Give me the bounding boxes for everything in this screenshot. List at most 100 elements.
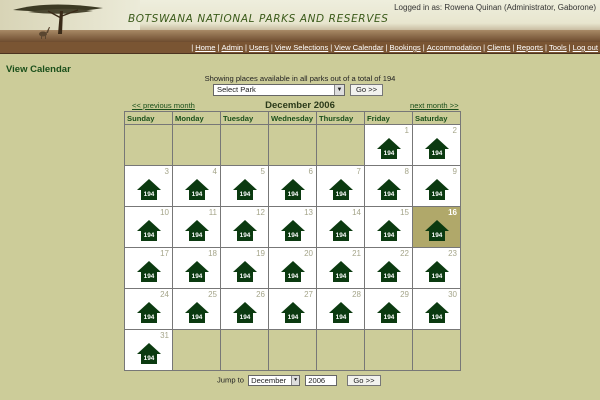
house-availability-icon[interactable]: 194 xyxy=(185,179,209,201)
calendar-empty-cell xyxy=(316,124,365,166)
nav-users[interactable]: Users xyxy=(249,43,269,52)
house-availability-icon[interactable]: 194 xyxy=(377,302,401,324)
calendar-day[interactable]: 23 194 xyxy=(412,247,461,289)
jump-month-value: December xyxy=(251,376,287,385)
calendar-day[interactable]: 9 194 xyxy=(412,165,461,207)
calendar-day[interactable]: 31 194 xyxy=(124,329,173,371)
nav-admin[interactable]: Admin xyxy=(221,43,243,52)
calendar-day[interactable]: 12 194 xyxy=(220,206,269,248)
nav-home[interactable]: Home xyxy=(195,43,215,52)
nav-clients[interactable]: Clients xyxy=(487,43,510,52)
day-number: 13 xyxy=(304,208,313,217)
jump-month-select[interactable]: December ▼ xyxy=(248,375,301,386)
house-availability-icon[interactable]: 194 xyxy=(137,302,161,324)
availability-count: 194 xyxy=(141,271,157,282)
calendar-day[interactable]: 4 194 xyxy=(172,165,221,207)
house-availability-icon[interactable]: 194 xyxy=(377,261,401,283)
house-availability-icon[interactable]: 194 xyxy=(185,220,209,242)
calendar-day[interactable]: 8 194 xyxy=(364,165,413,207)
availability-count: 194 xyxy=(333,189,349,200)
calendar-day-today[interactable]: 16 194 xyxy=(412,206,461,248)
calendar-day[interactable]: 22 194 xyxy=(364,247,413,289)
house-availability-icon[interactable]: 194 xyxy=(137,343,161,365)
nav-reports[interactable]: Reports xyxy=(516,43,543,52)
house-availability-icon[interactable]: 194 xyxy=(329,261,353,283)
nav-log-out[interactable]: Log out xyxy=(573,43,598,52)
calendar-day[interactable]: 17 194 xyxy=(124,247,173,289)
calendar-week-row: 17 194 18 194 19 194 20 194 21 194 22 194 23 194 xyxy=(124,247,461,289)
weekday-wednesday: Wednesday xyxy=(268,111,317,125)
house-availability-icon[interactable]: 194 xyxy=(137,220,161,242)
calendar-day[interactable]: 30 194 xyxy=(412,288,461,330)
house-availability-icon[interactable]: 194 xyxy=(233,220,257,242)
house-availability-icon[interactable]: 194 xyxy=(377,138,401,160)
day-number: 22 xyxy=(400,249,409,258)
calendar-day[interactable]: 15 194 xyxy=(364,206,413,248)
calendar-week-row: 10 194 11 194 12 194 13 194 14 194 15 194 16 194 xyxy=(124,206,461,248)
calendar-day[interactable]: 19 194 xyxy=(220,247,269,289)
calendar-day[interactable]: 2 194 xyxy=(412,124,461,166)
day-number: 17 xyxy=(160,249,169,258)
jump-year-input[interactable]: 2006 xyxy=(305,375,338,386)
calendar-empty-cell xyxy=(220,329,269,371)
nav-bookings[interactable]: Bookings xyxy=(389,43,420,52)
calendar-day[interactable]: 6 194 xyxy=(268,165,317,207)
jump-go-button[interactable]: Go >> xyxy=(347,375,381,386)
calendar-day[interactable]: 27 194 xyxy=(268,288,317,330)
house-availability-icon[interactable]: 194 xyxy=(425,220,449,242)
house-availability-icon[interactable]: 194 xyxy=(425,261,449,283)
calendar-day[interactable]: 10 194 xyxy=(124,206,173,248)
house-availability-icon[interactable]: 194 xyxy=(233,261,257,283)
availability-count: 194 xyxy=(237,312,253,323)
house-availability-icon[interactable]: 194 xyxy=(185,302,209,324)
calendar-day[interactable]: 25 194 xyxy=(172,288,221,330)
park-select[interactable]: Select Park ▼ xyxy=(213,84,345,96)
weekday-monday: Monday xyxy=(172,111,221,125)
house-availability-icon[interactable]: 194 xyxy=(329,179,353,201)
house-availability-icon[interactable]: 194 xyxy=(233,179,257,201)
next-month-link[interactable]: next month >> xyxy=(410,101,459,110)
house-availability-icon[interactable]: 194 xyxy=(137,261,161,283)
house-availability-icon[interactable]: 194 xyxy=(281,261,305,283)
house-availability-icon[interactable]: 194 xyxy=(425,138,449,160)
nav-view-selections[interactable]: View Selections xyxy=(275,43,328,52)
house-availability-icon[interactable]: 194 xyxy=(185,261,209,283)
calendar-day[interactable]: 18 194 xyxy=(172,247,221,289)
calendar-empty-cell xyxy=(316,329,365,371)
day-number: 18 xyxy=(208,249,217,258)
availability-count: 194 xyxy=(333,312,349,323)
calendar-day[interactable]: 28 194 xyxy=(316,288,365,330)
nav-accommodation[interactable]: Accommodation xyxy=(427,43,481,52)
calendar-day[interactable]: 13 194 xyxy=(268,206,317,248)
calendar-day[interactable]: 7 194 xyxy=(316,165,365,207)
house-availability-icon[interactable]: 194 xyxy=(281,179,305,201)
calendar-empty-cell xyxy=(172,124,221,166)
house-availability-icon[interactable]: 194 xyxy=(281,220,305,242)
nav-view-calendar[interactable]: View Calendar xyxy=(334,43,383,52)
house-availability-icon[interactable]: 194 xyxy=(137,179,161,201)
nav-tools[interactable]: Tools xyxy=(549,43,567,52)
jump-to-row: Jump to December ▼ 2006 Go >> xyxy=(217,375,381,386)
house-availability-icon[interactable]: 194 xyxy=(281,302,305,324)
nav-links: | Home | Admin | Users | View Selections | View C… xyxy=(189,43,598,52)
calendar-day[interactable]: 20 194 xyxy=(268,247,317,289)
calendar-day[interactable]: 24 194 xyxy=(124,288,173,330)
day-number: 16 xyxy=(448,208,457,217)
house-availability-icon[interactable]: 194 xyxy=(233,302,257,324)
house-availability-icon[interactable]: 194 xyxy=(425,179,449,201)
calendar-empty-cell xyxy=(172,329,221,371)
park-go-button[interactable]: Go >> xyxy=(350,84,384,96)
calendar-day[interactable]: 3 194 xyxy=(124,165,173,207)
house-availability-icon[interactable]: 194 xyxy=(329,220,353,242)
house-availability-icon[interactable]: 194 xyxy=(377,179,401,201)
calendar-day[interactable]: 26 194 xyxy=(220,288,269,330)
calendar-day[interactable]: 1 194 xyxy=(364,124,413,166)
calendar-day[interactable]: 29 194 xyxy=(364,288,413,330)
house-availability-icon[interactable]: 194 xyxy=(329,302,353,324)
calendar-day[interactable]: 5 194 xyxy=(220,165,269,207)
calendar-day[interactable]: 11 194 xyxy=(172,206,221,248)
calendar-day[interactable]: 14 194 xyxy=(316,206,365,248)
calendar-day[interactable]: 21 194 xyxy=(316,247,365,289)
house-availability-icon[interactable]: 194 xyxy=(377,220,401,242)
house-availability-icon[interactable]: 194 xyxy=(425,302,449,324)
